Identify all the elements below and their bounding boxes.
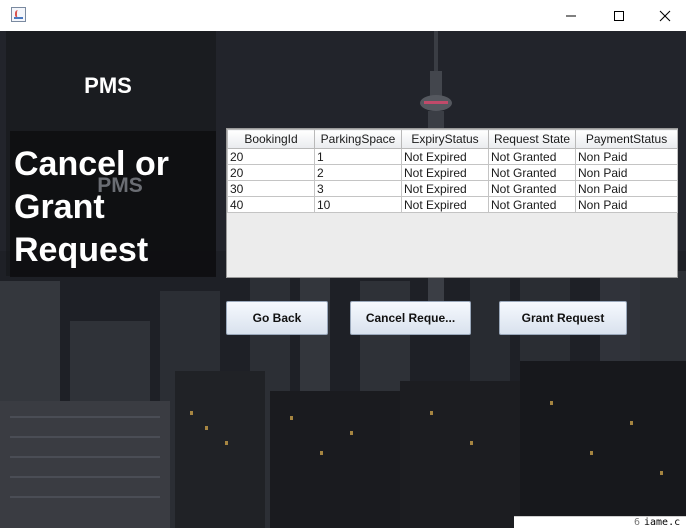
table-cell[interactable]: 30 bbox=[227, 180, 315, 197]
window-titlebar bbox=[0, 0, 686, 32]
requests-grid: BookingId ParkingSpace ExpiryStatus Requ… bbox=[227, 129, 678, 213]
maximize-button[interactable] bbox=[596, 0, 642, 31]
minimize-icon bbox=[566, 15, 576, 16]
table-cell[interactable]: Not Expired bbox=[401, 180, 489, 197]
table-header-row: BookingId ParkingSpace ExpiryStatus Requ… bbox=[227, 129, 678, 149]
table-cell[interactable]: Not Expired bbox=[401, 164, 489, 181]
table-row[interactable]: 30 3 Not Expired Not Granted Non Paid bbox=[227, 180, 678, 197]
requests-table[interactable]: BookingId ParkingSpace ExpiryStatus Requ… bbox=[226, 128, 678, 278]
column-header-parkingspace[interactable]: ParkingSpace bbox=[314, 129, 402, 149]
table-cell[interactable]: 10 bbox=[314, 196, 402, 213]
table-cell[interactable]: 40 bbox=[227, 196, 315, 213]
table-cell[interactable]: Not Granted bbox=[488, 148, 576, 165]
table-cell[interactable]: 20 bbox=[227, 164, 315, 181]
table-cell[interactable]: 20 bbox=[227, 148, 315, 165]
table-row[interactable]: 40 10 Not Expired Not Granted Non Paid bbox=[227, 196, 678, 213]
table-cell[interactable]: 3 bbox=[314, 180, 402, 197]
minimize-button[interactable] bbox=[548, 0, 594, 31]
table-cell[interactable]: Non Paid bbox=[575, 148, 678, 165]
column-header-paymentstatus[interactable]: PaymentStatus bbox=[575, 129, 678, 149]
table-cell[interactable]: Not Granted bbox=[488, 164, 576, 181]
go-back-button[interactable]: Go Back bbox=[226, 301, 328, 335]
page-title: Cancel or Grant Request bbox=[14, 145, 169, 269]
table-cell[interactable]: Not Granted bbox=[488, 180, 576, 197]
column-header-bookingid[interactable]: BookingId bbox=[227, 129, 315, 149]
editor-code-text: iame.c bbox=[644, 517, 681, 528]
maximize-icon bbox=[614, 10, 624, 21]
table-row[interactable]: 20 1 Not Expired Not Granted Non Paid bbox=[227, 148, 678, 165]
background-editor-strip: 6 iame.c bbox=[514, 516, 686, 529]
table-cell[interactable]: Non Paid bbox=[575, 164, 678, 181]
table-cell[interactable]: Non Paid bbox=[575, 180, 678, 197]
table-cell[interactable]: Non Paid bbox=[575, 196, 678, 213]
table-row[interactable]: 20 2 Not Expired Not Granted Non Paid bbox=[227, 164, 678, 181]
column-header-expirystatus[interactable]: ExpiryStatus bbox=[401, 129, 489, 149]
close-icon bbox=[659, 10, 671, 21]
close-button[interactable] bbox=[642, 0, 686, 31]
editor-line-number: 6 bbox=[634, 517, 641, 528]
table-cell[interactable]: Not Granted bbox=[488, 196, 576, 213]
app-name: PMS bbox=[84, 73, 132, 98]
column-header-request-state[interactable]: Request State bbox=[488, 129, 576, 149]
table-cell[interactable]: 1 bbox=[314, 148, 402, 165]
grant-request-button[interactable]: Grant Request bbox=[499, 301, 627, 335]
cancel-request-button[interactable]: Cancel Reque... bbox=[350, 301, 471, 335]
main-content: PMS PMS Cancel or Grant Request BookingI… bbox=[0, 31, 686, 528]
java-app-icon bbox=[11, 7, 26, 22]
table-cell[interactable]: Not Expired bbox=[401, 196, 489, 213]
table-cell[interactable]: Not Expired bbox=[401, 148, 489, 165]
table-cell[interactable]: 2 bbox=[314, 164, 402, 181]
